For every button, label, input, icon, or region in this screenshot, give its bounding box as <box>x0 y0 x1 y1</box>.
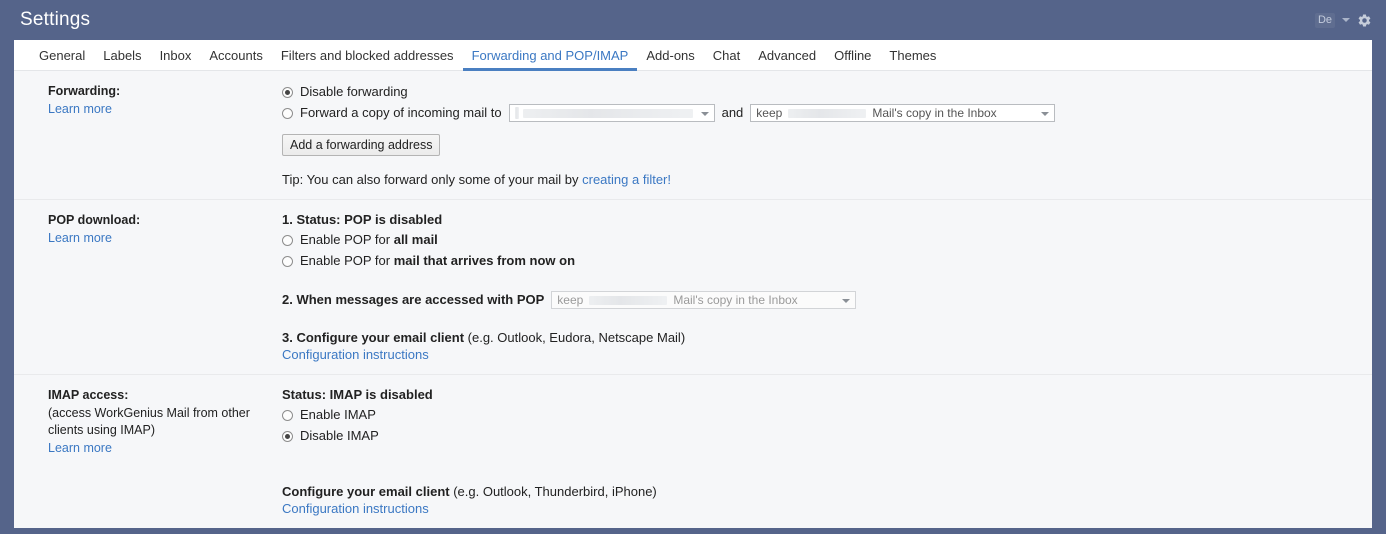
imap-configure-rest: (e.g. Outlook, Thunderbird, iPhone) <box>449 484 657 499</box>
imap-configure-bold: Configure your email client <box>282 484 450 499</box>
app-header: Settings De <box>0 0 1386 40</box>
tab-add-ons[interactable]: Add-ons <box>637 40 703 71</box>
radio-forward-copy[interactable] <box>282 107 293 119</box>
radio-enable-imap[interactable] <box>282 409 293 421</box>
enable-imap-label: Enable IMAP <box>300 407 376 422</box>
section-pop-download: POP download: Learn more 1. Status: POP … <box>14 200 1372 375</box>
tab-chat[interactable]: Chat <box>704 40 749 71</box>
forwarding-tip-text: Tip: You can also forward only some of y… <box>282 172 583 187</box>
pop-title: POP download: <box>48 213 141 227</box>
pop-configure-rest: (e.g. Outlook, Eudora, Netscape Mail) <box>464 330 686 345</box>
imap-enable-row[interactable]: Enable IMAP <box>282 406 1352 424</box>
tab-advanced[interactable]: Advanced <box>749 40 825 71</box>
redacted-marker <box>514 107 519 119</box>
keep-select-prefix: keep <box>756 106 783 120</box>
section-forwarding: Forwarding: Learn more Disable forwardin… <box>14 71 1372 200</box>
forwarding-title: Forwarding: <box>48 84 121 98</box>
radio-disable-imap[interactable] <box>282 430 293 442</box>
tab-general[interactable]: General <box>30 40 94 71</box>
settings-content: Forwarding: Learn more Disable forwardin… <box>14 71 1372 528</box>
pop-learn-more-link[interactable]: Learn more <box>48 231 112 245</box>
imap-learn-more-link[interactable]: Learn more <box>48 441 112 455</box>
pop-body: 1. Status: POP is disabled Enable POP fo… <box>282 212 1372 362</box>
pop-select-suffix: Mail's copy in the Inbox <box>673 293 798 307</box>
tab-inbox[interactable]: Inbox <box>151 40 201 71</box>
tab-forwarding-and-pop-imap[interactable]: Forwarding and POP/IMAP <box>463 40 638 71</box>
imap-description: (access WorkGenius Mail from other clien… <box>48 405 250 438</box>
settings-panel: General Labels Inbox Accounts Filters an… <box>14 40 1372 528</box>
tab-offline[interactable]: Offline <box>825 40 880 71</box>
redacted-account-name <box>589 295 668 305</box>
header-actions: De <box>1314 0 1372 40</box>
pop-status-text: 1. Status: POP is disabled <box>282 212 443 227</box>
pop-configure-line: 3. Configure your email client (e.g. Out… <box>282 330 1352 345</box>
settings-tabs: General Labels Inbox Accounts Filters an… <box>14 40 1372 71</box>
pop-accessed-row: 2. When messages are accessed with POP k… <box>282 291 1352 309</box>
disable-imap-label: Disable IMAP <box>300 428 379 443</box>
forwarding-keep-select[interactable]: keep Mail's copy in the Inbox <box>750 104 1056 122</box>
page-title: Settings <box>20 9 91 30</box>
imap-configure-line: Configure your email client (e.g. Outloo… <box>282 484 1352 499</box>
forwarding-address-select[interactable] <box>508 104 715 122</box>
pop-configure-bold: 3. Configure your email client <box>282 330 465 345</box>
redacted-account-name <box>788 108 867 118</box>
gear-icon[interactable] <box>1357 13 1372 28</box>
enable-pop-all-mail-label: Enable POP for all mail <box>300 232 438 247</box>
forwarding-body: Disable forwarding Forward a copy of inc… <box>282 83 1372 187</box>
chevron-down-icon[interactable] <box>1342 18 1350 22</box>
language-selector[interactable]: De <box>1314 12 1335 28</box>
disable-forwarding-label: Disable forwarding <box>300 84 408 99</box>
and-text: and <box>721 105 744 120</box>
imap-disable-row[interactable]: Disable IMAP <box>282 427 1352 445</box>
redacted-address-value <box>522 108 693 118</box>
section-imap-access: IMAP access: (access WorkGenius Mail fro… <box>14 375 1372 528</box>
imap-title: IMAP access: <box>48 388 129 402</box>
add-forwarding-address-button[interactable]: Add a forwarding address <box>282 134 441 156</box>
enable-pop-from-now-on-label: Enable POP for mail that arrives from no… <box>300 253 576 268</box>
imap-label-column: IMAP access: (access WorkGenius Mail fro… <box>14 387 282 516</box>
imap-status-text: Status: IMAP is disabled <box>282 387 433 402</box>
radio-disable-forwarding[interactable] <box>282 86 293 98</box>
radio-enable-pop-from-now-on[interactable] <box>282 255 293 267</box>
forwarding-label-column: Forwarding: Learn more <box>14 83 282 187</box>
forwarding-tip: Tip: You can also forward only some of y… <box>282 172 1352 187</box>
tab-accounts[interactable]: Accounts <box>200 40 271 71</box>
pop-all-mail-row[interactable]: Enable POP for all mail <box>282 231 1352 249</box>
pop-accessed-label: 2. When messages are accessed with POP <box>282 292 545 307</box>
tab-themes[interactable]: Themes <box>880 40 945 71</box>
pop-select-prefix: keep <box>557 293 584 307</box>
radio-enable-pop-all-mail[interactable] <box>282 234 293 246</box>
creating-a-filter-link[interactable]: creating a filter! <box>582 172 671 187</box>
imap-configuration-instructions-link[interactable]: Configuration instructions <box>282 501 429 516</box>
tab-labels[interactable]: Labels <box>94 40 150 71</box>
tab-filters-and-blocked-addresses[interactable]: Filters and blocked addresses <box>272 40 463 71</box>
imap-body: Status: IMAP is disabled Enable IMAP Dis… <box>282 387 1372 516</box>
forwarding-forward-row[interactable]: Forward a copy of incoming mail to and k… <box>282 104 1352 122</box>
keep-select-suffix: Mail's copy in the Inbox <box>872 106 997 120</box>
pop-label-column: POP download: Learn more <box>14 212 282 362</box>
pop-from-now-on-row[interactable]: Enable POP for mail that arrives from no… <box>282 252 1352 270</box>
forward-copy-label: Forward a copy of incoming mail to <box>300 105 502 120</box>
pop-accessed-select[interactable]: keep Mail's copy in the Inbox <box>551 291 857 309</box>
pop-configuration-instructions-link[interactable]: Configuration instructions <box>282 347 429 362</box>
forwarding-disable-row[interactable]: Disable forwarding <box>282 83 1352 101</box>
forwarding-learn-more-link[interactable]: Learn more <box>48 102 112 116</box>
